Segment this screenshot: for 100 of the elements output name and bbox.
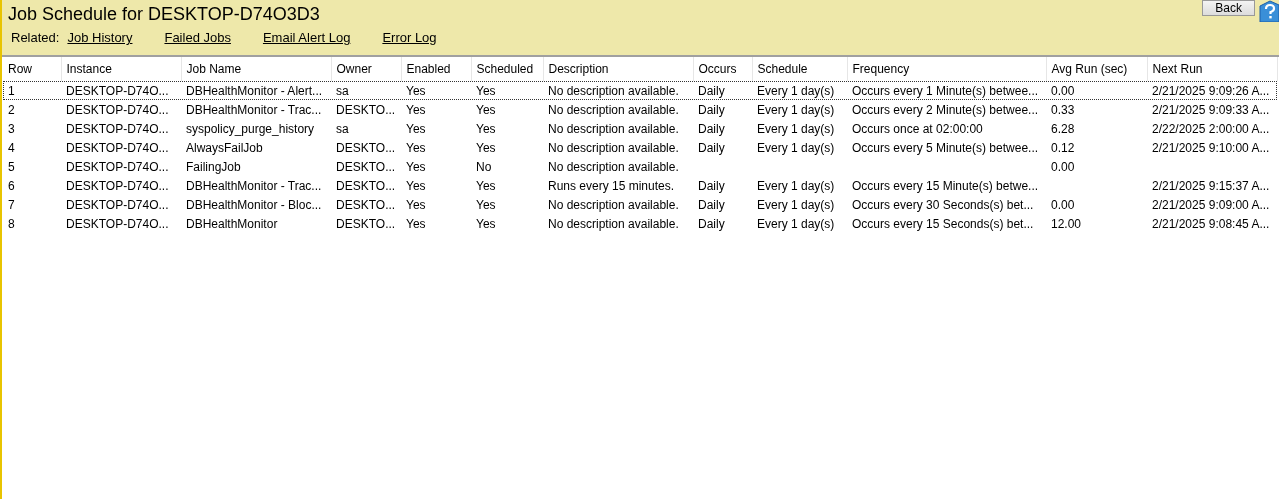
table-cell: 2/21/2025 9:08:45 A... — [1152, 216, 1270, 231]
table-cell: Every 1 day(s) — [757, 140, 835, 155]
table-cell: Every 1 day(s) — [757, 83, 835, 98]
table-cell: DBHealthMonitor - Bloc... — [186, 197, 322, 212]
related-link[interactable]: Failed Jobs — [164, 30, 231, 45]
table-cell: No description available. — [548, 197, 679, 212]
table-cell: DESKTOP-D74O... — [66, 102, 169, 117]
table-cell: 0.12 — [1051, 140, 1075, 155]
column-header[interactable]: Job Name — [181, 57, 331, 81]
table-cell: Every 1 day(s) — [757, 178, 835, 193]
table-cell: DESKTO... — [336, 178, 396, 193]
table-cell: Occurs every 5 Minute(s) betwee... — [852, 140, 1039, 155]
table-row[interactable]: 7 DESKTOP-D74O... DBHealthMonitor - Bloc... DESKTO... Yes Yes No description available. Daily Every 1 day(s) Occurs every 30 Seconds(s) bet... 0.00 2/21/2025 9:09:00 A... — [3, 195, 1277, 214]
table-cell: Yes — [406, 197, 426, 212]
table-cell: sa — [336, 121, 349, 136]
column-header[interactable]: Frequency — [847, 57, 1046, 81]
table-row[interactable]: 3 DESKTOP-D74O... syspolicy_purge_history sa Yes Yes No description available. Daily Every 1 day(s) Occurs once at 02:00:00 6.28 2/22/2025 2:00:00 A... — [3, 119, 1277, 138]
table-cell: Daily — [698, 102, 725, 117]
table-cell: 0.00 — [1051, 83, 1075, 98]
help-icon[interactable] — [1257, 0, 1279, 22]
table-cell: 2/21/2025 9:15:37 A... — [1152, 178, 1270, 193]
column-header[interactable]: Owner — [331, 57, 401, 81]
table-cell: DESKTOP-D74O... — [66, 140, 169, 155]
table-cell: 2/21/2025 9:10:00 A... — [1152, 140, 1270, 155]
table-cell: No description available. — [548, 121, 679, 136]
table-cell: DESKTOP-D74O... — [66, 197, 169, 212]
table-cell: Yes — [476, 216, 496, 231]
table-cell: Yes — [406, 159, 426, 174]
column-header[interactable]: Row — [3, 57, 61, 81]
table-cell: Daily — [698, 197, 725, 212]
table-cell: Daily — [698, 83, 725, 98]
table-cell: Runs every 15 minutes. — [548, 178, 675, 193]
table-cell: sa — [336, 83, 349, 98]
table-cell: No description available. — [548, 140, 679, 155]
table-cell: Occurs every 30 Seconds(s) bet... — [852, 197, 1034, 212]
column-header[interactable]: Next Run — [1147, 57, 1277, 81]
table-cell: DESKTOP-D74O... — [66, 178, 169, 193]
table-row[interactable]: 8 DESKTOP-D74O... DBHealthMonitor DESKTO... Yes Yes No description available. Daily Every 1 day(s) Occurs every 15 Seconds(s) bet... 12.00 2/21/2025 9:08:45 A... — [3, 214, 1277, 233]
table-cell: DESKTO... — [336, 159, 396, 174]
table-row[interactable]: 1 DESKTOP-D74O... DBHealthMonitor - Alert... sa Yes Yes No description available. Daily Every 1 day(s) Occurs every 1 Minute(s) betwee... 0.00 2/21/2025 9:09:26 A... — [3, 81, 1277, 100]
table-row[interactable]: 2 DESKTOP-D74O... DBHealthMonitor - Trac... DESKTO... Yes Yes No description available. Daily Every 1 day(s) Occurs every 2 Minute(s) betwee... 0.33 2/21/2025 9:09:33 A... — [3, 100, 1277, 119]
table-cell: AlwaysFailJob — [186, 140, 263, 155]
table-cell: Every 1 day(s) — [757, 197, 835, 212]
column-header[interactable]: Description — [543, 57, 693, 81]
table-cell: 5 — [8, 159, 15, 174]
column-header[interactable]: Instance — [61, 57, 181, 81]
table-cell: DESKTO... — [336, 197, 396, 212]
table-cell: Daily — [698, 140, 725, 155]
table-cell: DESKTO... — [336, 102, 396, 117]
table-cell: 2/21/2025 9:09:33 A... — [1152, 102, 1270, 117]
table-cell: Yes — [476, 140, 496, 155]
related-link[interactable]: Job History — [67, 30, 133, 45]
table-cell: 0.00 — [1051, 197, 1075, 212]
table-cell: DBHealthMonitor - Trac... — [186, 178, 322, 193]
table-cell: Yes — [476, 102, 496, 117]
table-cell: Occurs every 2 Minute(s) betwee... — [852, 102, 1039, 117]
table-cell: Yes — [406, 140, 426, 155]
table-cell: 2/21/2025 9:09:00 A... — [1152, 197, 1270, 212]
table-cell: DESKTO... — [336, 216, 396, 231]
table-cell: Occurs every 15 Minute(s) betwe... — [852, 178, 1039, 193]
table-row[interactable]: 4 DESKTOP-D74O... AlwaysFailJob DESKTO... Yes Yes No description available. Daily Every 1 day(s) Occurs every 5 Minute(s) betwee... 0.12 2/21/2025 9:10:00 A... — [3, 138, 1277, 157]
table-cell: Occurs every 1 Minute(s) betwee... — [852, 83, 1039, 98]
table-cell: DESKTOP-D74O... — [66, 159, 169, 174]
table-cell: Yes — [476, 121, 496, 136]
related-label: Related: — [11, 30, 60, 45]
table-cell: 2 — [8, 102, 15, 117]
table-cell: Yes — [406, 83, 426, 98]
table-cell: 3 — [8, 121, 15, 136]
table-cell: No description available. — [548, 83, 679, 98]
table-cell: 2/21/2025 9:09:26 A... — [1152, 83, 1270, 98]
column-header[interactable]: Schedule — [752, 57, 847, 81]
table-cell: 1 — [8, 83, 15, 98]
table-cell: Occurs once at 02:00:00 — [852, 121, 983, 136]
table-cell: syspolicy_purge_history — [186, 121, 315, 136]
table-cell: No description available. — [548, 159, 679, 174]
table-cell: Yes — [476, 197, 496, 212]
column-header[interactable]: Avg Run (sec) — [1046, 57, 1147, 81]
table-cell: Daily — [698, 178, 725, 193]
table-cell: Occurs every 15 Seconds(s) bet... — [852, 216, 1034, 231]
table-cell: 8 — [8, 216, 15, 231]
table-cell: Every 1 day(s) — [757, 216, 835, 231]
related-link[interactable]: Email Alert Log — [262, 30, 351, 45]
column-header[interactable]: Occurs — [693, 57, 752, 81]
table-cell: DESKTO... — [336, 140, 396, 155]
table-cell: DBHealthMonitor — [186, 216, 278, 231]
table-cell: Yes — [476, 178, 496, 193]
table-cell: DBHealthMonitor - Alert... — [186, 83, 323, 98]
related-link[interactable]: Error Log — [382, 30, 437, 45]
table-cell: No description available. — [548, 216, 679, 231]
back-button[interactable]: Back — [1202, 0, 1255, 16]
column-header[interactable]: Enabled — [401, 57, 471, 81]
table-row[interactable]: 5 DESKTOP-D74O... FailingJob DESKTO... Yes No No description available. 0.00 — [3, 157, 1277, 176]
table-cell: Yes — [406, 102, 426, 117]
table-cell: 6.28 — [1051, 121, 1075, 136]
table-cell: 0.33 — [1051, 102, 1075, 117]
table-row[interactable]: 6 DESKTOP-D74O... DBHealthMonitor - Trac... DESKTO... Yes Yes Runs every 15 minutes. Daily Every 1 day(s) Occurs every 15 Minute(s) betwe... 2/21/2025 9:15:37 A... — [3, 176, 1277, 195]
column-header[interactable]: Scheduled — [471, 57, 543, 81]
table-cell: DESKTOP-D74O... — [66, 216, 169, 231]
table-cell: DESKTOP-D74O... — [66, 83, 169, 98]
table-cell: Yes — [476, 83, 496, 98]
